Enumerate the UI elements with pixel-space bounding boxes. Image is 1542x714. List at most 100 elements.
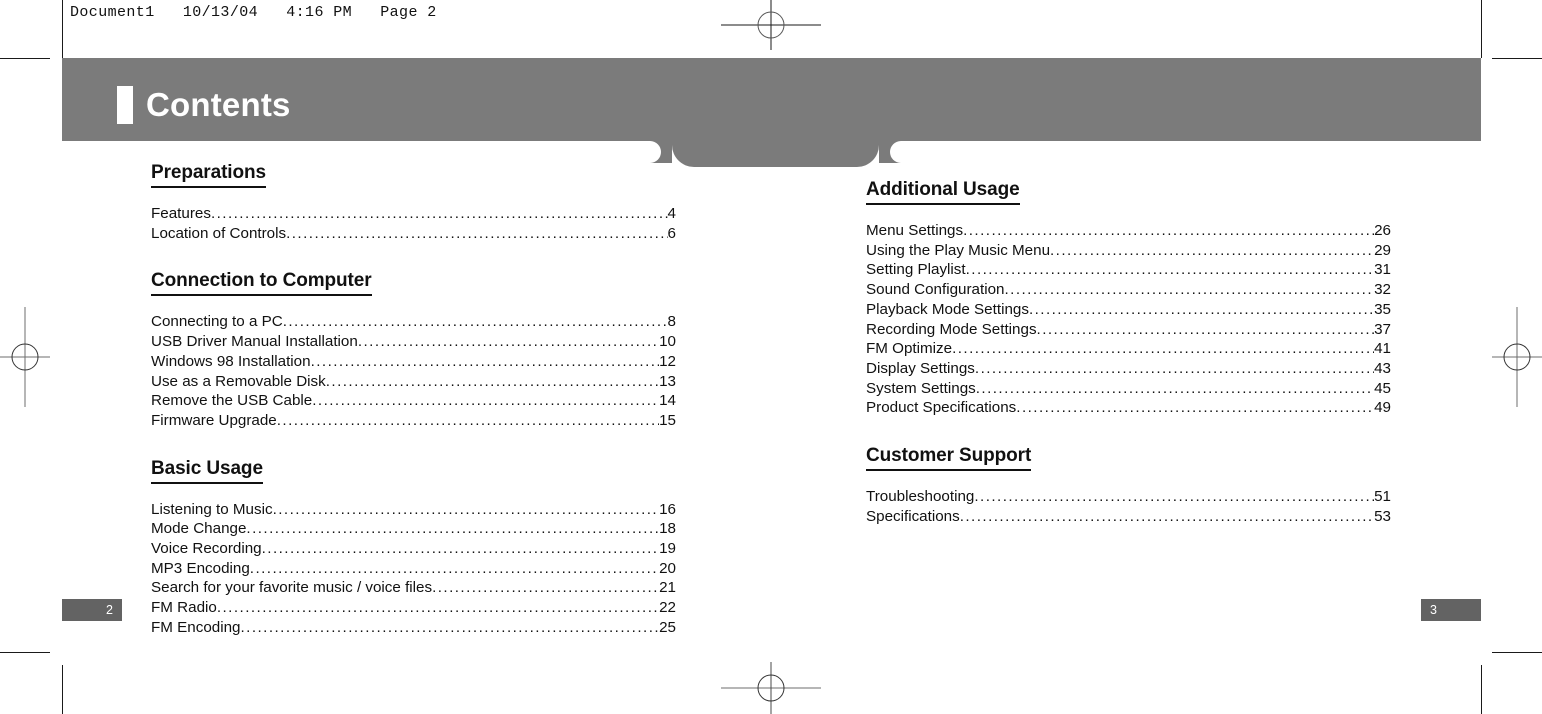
toc-entry-page: 18 xyxy=(659,520,676,538)
toc-entry[interactable]: Setting Playlist .......................… xyxy=(866,260,1391,280)
toc-entry[interactable]: Using the Play Music Menu ..............… xyxy=(866,241,1391,261)
section-entries: Connecting to a PC .....................… xyxy=(151,312,676,430)
toc-leader-dots: ........................................… xyxy=(975,379,1374,397)
toc-entry[interactable]: Troubleshooting ........................… xyxy=(866,487,1391,507)
toc-entry[interactable]: Display Settings .......................… xyxy=(866,359,1391,379)
crop-mark-top-right-vertical xyxy=(1481,0,1482,58)
crop-mark-top-left-horizontal xyxy=(0,58,50,59)
toc-entry-page: 10 xyxy=(659,333,676,351)
section-entries: Features ...............................… xyxy=(151,204,676,243)
toc-entry-title: Listening to Music xyxy=(151,500,273,518)
toc-column-left: Preparations Features ..................… xyxy=(151,162,676,638)
toc-section-customer-support: Customer Support Troubleshooting .......… xyxy=(866,445,1391,526)
toc-entry[interactable]: Listening to Music .....................… xyxy=(151,500,676,520)
toc-entry[interactable]: FM Radio ...............................… xyxy=(151,598,676,618)
toc-entry-page: 15 xyxy=(659,411,676,429)
toc-entry[interactable]: Use as a Removable Disk ................… xyxy=(151,372,676,392)
toc-entry-title: FM Encoding xyxy=(151,618,241,636)
toc-entry-title: Voice Recording xyxy=(151,540,262,558)
toc-entry[interactable]: Firmware Upgrade .......................… xyxy=(151,411,676,431)
toc-entry[interactable]: Voice Recording ........................… xyxy=(151,539,676,559)
toc-entry-title: Windows 98 Installation xyxy=(151,352,311,370)
toc-leader-dots: ........................................… xyxy=(246,520,659,538)
toc-entry[interactable]: Windows 98 Installation ................… xyxy=(151,352,676,372)
section-heading: Preparations xyxy=(151,162,266,188)
toc-entry[interactable]: Sound Configuration ....................… xyxy=(866,280,1391,300)
toc-entry-title: Recording Mode Settings xyxy=(866,320,1037,338)
toc-column-right: Additional Usage Menu Settings .........… xyxy=(866,179,1391,526)
toc-leader-dots: ........................................… xyxy=(312,392,659,410)
toc-leader-dots: ........................................… xyxy=(1050,241,1374,259)
crop-mark-bottom-left-vertical xyxy=(62,665,63,714)
toc-leader-dots: ........................................… xyxy=(952,340,1375,358)
toc-leader-dots: ........................................… xyxy=(963,222,1374,239)
toc-entry-title: Specifications xyxy=(866,507,960,525)
toc-entry[interactable]: MP3 Encoding ...........................… xyxy=(151,559,676,579)
toc-entry-title: Product Specifications xyxy=(866,399,1017,417)
crop-mark-top-left-vertical xyxy=(62,0,63,58)
toc-entry[interactable]: Playback Mode Settings .................… xyxy=(866,300,1391,320)
section-entries: Troubleshooting ........................… xyxy=(866,487,1391,526)
toc-leader-dots: ........................................… xyxy=(272,500,660,518)
toc-entry-page: 49 xyxy=(1374,399,1391,417)
toc-entry-page: 37 xyxy=(1374,320,1391,338)
folio-left-page-number: 2 xyxy=(62,599,122,621)
toc-leader-dots: ........................................… xyxy=(1004,281,1374,299)
toc-entry-title: System Settings xyxy=(866,379,976,397)
toc-entry[interactable]: FM Optimize ............................… xyxy=(866,339,1391,359)
toc-entry-page: 51 xyxy=(1374,488,1391,506)
toc-leader-dots: ........................................… xyxy=(1016,399,1374,417)
section-heading: Additional Usage xyxy=(866,179,1020,205)
toc-entry-title: Using the Play Music Menu xyxy=(866,241,1051,259)
toc-entry[interactable]: USB Driver Manual Installation .........… xyxy=(151,332,676,352)
section-entries: Menu Settings ..........................… xyxy=(866,221,1391,418)
toc-entry[interactable]: Menu Settings ..........................… xyxy=(866,221,1391,241)
toc-entry[interactable]: Location of Controls ...................… xyxy=(151,224,676,244)
toc-entry[interactable]: FM Encoding ............................… xyxy=(151,618,676,638)
banner-tab-ear-right xyxy=(879,141,912,163)
toc-entry[interactable]: Search for your favorite music / voice f… xyxy=(151,578,676,598)
section-heading: Basic Usage xyxy=(151,458,263,484)
toc-section-connection-to-computer: Connection to Computer Connecting to a P… xyxy=(151,270,676,430)
toc-entry[interactable]: Recording Mode Settings ................… xyxy=(866,320,1391,340)
toc-entry[interactable]: Mode Change ............................… xyxy=(151,519,676,539)
toc-entry-title: MP3 Encoding xyxy=(151,559,250,577)
toc-entry-page: 13 xyxy=(659,372,676,390)
toc-leader-dots: ........................................… xyxy=(974,359,1374,377)
toc-entry-page: 29 xyxy=(1374,241,1391,259)
registration-mark-top xyxy=(721,0,821,50)
toc-entry-page: 12 xyxy=(659,352,676,370)
toc-entry[interactable]: Product Specifications .................… xyxy=(866,398,1391,418)
registration-mark-left xyxy=(0,307,50,407)
toc-entry[interactable]: Specifications .........................… xyxy=(866,507,1391,527)
toc-entry-title: Features xyxy=(151,205,211,222)
toc-leader-dots: ........................................… xyxy=(286,224,668,242)
toc-entry[interactable]: System Settings ........................… xyxy=(866,379,1391,399)
toc-entry-page: 31 xyxy=(1374,261,1391,279)
toc-entry-page: 26 xyxy=(1374,222,1391,239)
toc-leader-dots: ........................................… xyxy=(974,488,1374,506)
toc-leader-dots: ........................................… xyxy=(1036,320,1375,338)
toc-entry-page: 16 xyxy=(659,500,676,518)
registration-mark-bottom xyxy=(721,662,821,714)
toc-entry-title: Sound Configuration xyxy=(866,281,1005,299)
toc-leader-dots: ........................................… xyxy=(1028,300,1374,318)
toc-leader-dots: ........................................… xyxy=(210,205,668,222)
page-title: Contents xyxy=(146,86,291,123)
banner-tab-ear-left xyxy=(639,141,672,163)
toc-entry[interactable]: Connecting to a PC .....................… xyxy=(151,312,676,332)
toc-entry[interactable]: Remove the USB Cable ...................… xyxy=(151,391,676,411)
toc-leader-dots: ........................................… xyxy=(432,579,659,597)
toc-entry[interactable]: Features ...............................… xyxy=(151,204,676,224)
toc-entry-page: 19 xyxy=(659,540,676,558)
toc-leader-dots: ........................................… xyxy=(310,352,660,370)
toc-entry-title: Menu Settings xyxy=(866,222,964,239)
toc-entry-title: Playback Mode Settings xyxy=(866,300,1029,318)
toc-section-basic-usage: Basic Usage Listening to Music .........… xyxy=(151,458,676,638)
toc-entry-title: Connecting to a PC xyxy=(151,313,283,331)
toc-leader-dots: ........................................… xyxy=(325,372,659,390)
toc-entry-title: USB Driver Manual Installation xyxy=(151,333,358,351)
